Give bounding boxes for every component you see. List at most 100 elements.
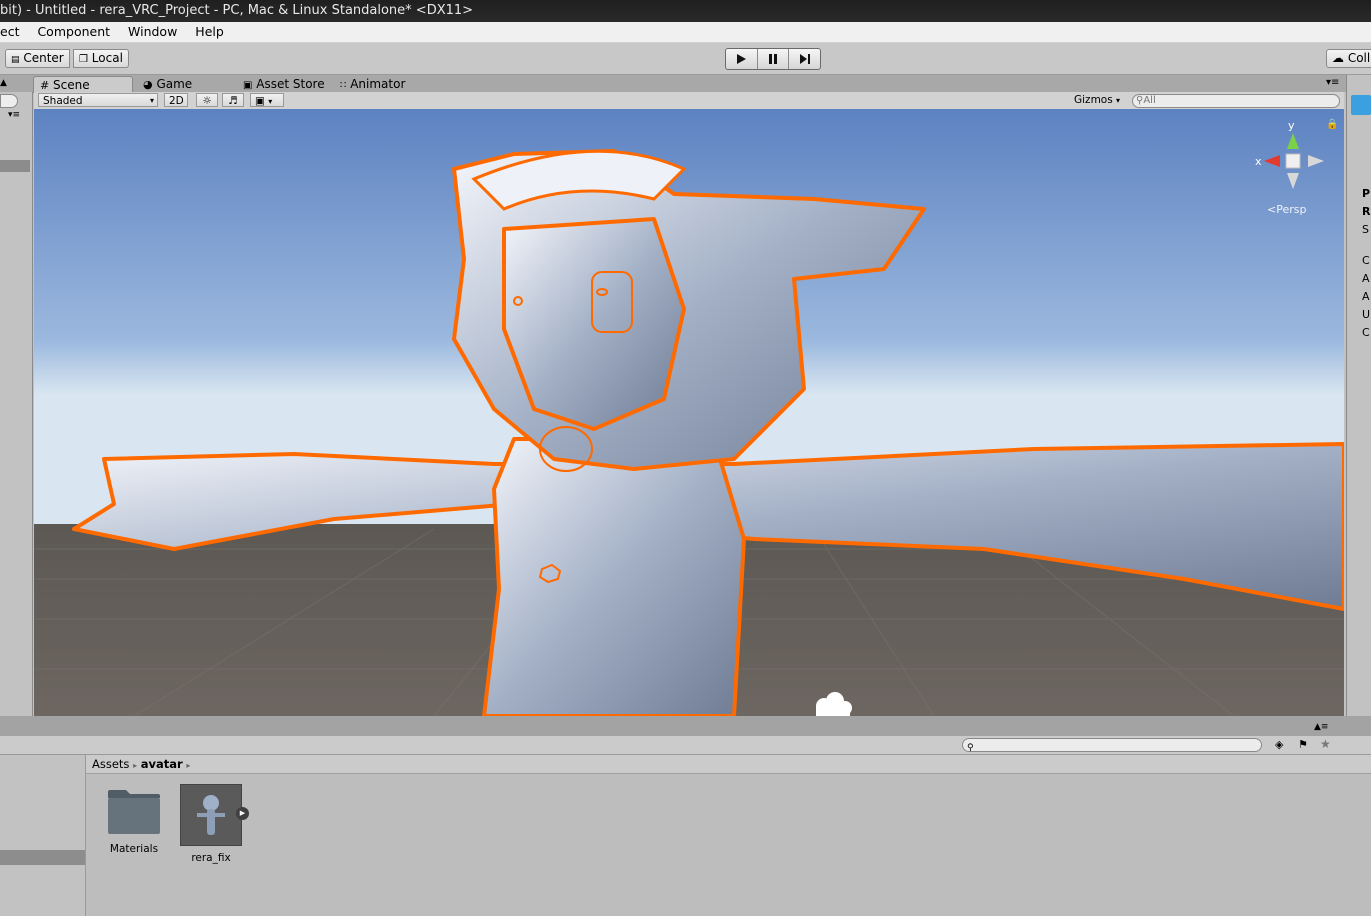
asset-name: Materials [109, 843, 159, 855]
project-toolbar: ⚲ ◈ ⚑ ★ [0, 736, 1371, 755]
lighting-toggle-button[interactable]: ☼ [196, 93, 218, 107]
menu-item-help[interactable]: Help [195, 22, 224, 42]
menu-item-window[interactable]: Window [128, 22, 177, 42]
tab-game-label: Game [156, 77, 193, 91]
menu-item-component[interactable]: Component [37, 22, 110, 42]
pause-button[interactable] [758, 49, 790, 69]
tab-scene[interactable]: # Scene [33, 76, 133, 93]
breadcrumb: Assets ▸ avatar ▸ [86, 755, 1371, 774]
inspector-field-label: R [1362, 205, 1371, 218]
scene-tab-bar: ▲ # Scene ◕ Game ▣ Asset Store ∷ Animato… [0, 75, 1346, 93]
pivot-label: Center [23, 51, 64, 65]
2d-toggle-button[interactable]: 2D [164, 93, 188, 107]
playback-controls [725, 48, 821, 70]
scene-search-placeholder: All [1143, 95, 1156, 106]
2d-label: 2D [169, 95, 184, 107]
step-icon [799, 54, 810, 64]
scene-search-input[interactable]: ⚲All [1132, 94, 1340, 108]
breadcrumb-avatar[interactable]: avatar [141, 757, 183, 771]
tab-animator-label: Animator [350, 77, 406, 91]
gizmos-label: Gizmos [1074, 94, 1113, 106]
persp-text: Persp [1276, 203, 1307, 216]
pivot-local-button[interactable]: ❒ Local [73, 49, 129, 68]
project-folder-tree [0, 755, 86, 916]
scene-viewport[interactable]: x y 🔒 <Persp [34, 109, 1344, 716]
local-cube-icon: ❒ [79, 54, 88, 65]
dropdown-arrow-icon: ▾ [149, 96, 154, 105]
folder-tree-selected-row[interactable] [0, 850, 85, 865]
menu-bar: ect Component Window Help [0, 22, 1371, 43]
shop-icon: ▣ [243, 80, 253, 91]
projection-label[interactable]: <Persp [1267, 203, 1306, 216]
inspector-field-label: C [1362, 254, 1370, 267]
collab-label: Coll [1347, 51, 1371, 65]
inspector-field-label: P [1362, 187, 1371, 200]
collab-button[interactable]: ☁ Coll [1326, 49, 1371, 68]
inspector-field-label: A [1362, 272, 1370, 285]
hierarchy-menu-icon[interactable]: ▾≡ [8, 110, 20, 120]
step-button[interactable] [789, 49, 820, 69]
menu-item-edit[interactable]: ect [0, 22, 19, 42]
lock-icon[interactable]: ▲ [0, 78, 14, 90]
svg-text:y: y [1288, 119, 1295, 132]
dropdown-arrow-icon: ▾ [1116, 96, 1121, 105]
window-title: bit) - Untitled - rera_VRC_Project - PC,… [0, 3, 474, 18]
pivot-icon: ▤ [11, 55, 20, 65]
tab-asset-store-label: Asset Store [256, 77, 325, 91]
svg-text:🔒: 🔒 [1326, 118, 1338, 130]
chevron-right-icon: ▸ [186, 761, 191, 770]
folder-icon [108, 790, 160, 834]
asset-item-materials[interactable]: Materials [99, 784, 169, 855]
project-asset-grid: Materials ▶ rera_fix [86, 774, 1371, 916]
asset-item-rera-fix[interactable]: ▶ rera_fix [176, 784, 249, 864]
effects-dropdown[interactable]: ▣ ▾ [250, 93, 284, 107]
tab-game[interactable]: ◕ Game [137, 76, 198, 92]
inspector-panel: P R S C A A U C [1346, 75, 1371, 716]
breadcrumb-assets[interactable]: Assets [92, 757, 129, 771]
project-lock-icon[interactable]: ▲≡ [1314, 722, 1328, 732]
svg-text:x: x [1255, 155, 1262, 168]
tab-animator[interactable]: ∷ Animator [334, 76, 411, 92]
speaker-icon: ♬ [228, 95, 238, 107]
sun-icon: ☼ [202, 95, 212, 107]
image-icon: ▣ [255, 95, 265, 107]
gizmos-dropdown[interactable]: Gizmos ▾ [1074, 92, 1120, 109]
character-model-icon [197, 795, 225, 835]
pacman-icon: ◕ [143, 78, 153, 91]
play-icon [737, 54, 747, 64]
expand-arrow-icon[interactable]: ▶ [236, 807, 249, 820]
project-search-input[interactable]: ⚲ [962, 738, 1262, 753]
scene-view-toolbar: Shaded ▾ 2D ☼ ♬ ▣ ▾ Gizmos ▾ ⚲All [34, 92, 1344, 110]
gameobject-cube-icon [1351, 95, 1371, 115]
window-title-bar: bit) - Untitled - rera_VRC_Project - PC,… [0, 0, 1371, 22]
inspector-field-label: S [1362, 223, 1369, 236]
tab-asset-store[interactable]: ▣ Asset Store [237, 76, 331, 92]
play-button[interactable] [726, 49, 758, 69]
collab-cloud-icon: ☁ [1332, 51, 1344, 65]
search-icon: ⚲ [967, 743, 974, 753]
grid-icon: # [40, 79, 50, 92]
pivot-center-button[interactable]: ▤ Center [5, 49, 70, 68]
hierarchy-panel: ▾≡ [0, 92, 33, 716]
audio-toggle-button[interactable]: ♬ [222, 93, 244, 107]
chevron-right-icon: ▸ [133, 761, 138, 770]
shading-mode-dropdown[interactable]: Shaded ▾ [38, 93, 158, 107]
inspector-field-label: A [1362, 290, 1370, 303]
asset-name: rera_fix [191, 852, 231, 864]
favorite-star-icon[interactable]: ★ [1320, 737, 1331, 751]
inspector-field-label: C [1362, 326, 1370, 339]
tab-scene-label: Scene [53, 78, 90, 92]
persp-arrow-icon: < [1267, 203, 1277, 216]
hierarchy-search-input[interactable] [0, 94, 18, 108]
dropdown-arrow-icon: ▾ [268, 97, 273, 106]
panel-splitter[interactable]: ▲≡ [0, 716, 1371, 736]
filter-by-type-icon[interactable]: ◈ [1275, 738, 1283, 751]
inspector-field-label: U [1362, 308, 1371, 321]
model-thumbnail: ▶ [180, 784, 249, 846]
main-toolbar: ▤ Center ❒ Local ☁ Coll [0, 43, 1371, 75]
animator-icon: ∷ [340, 80, 347, 91]
filter-by-label-icon[interactable]: ⚑ [1298, 738, 1308, 751]
panel-menu-icon[interactable]: ▾≡ [1326, 77, 1339, 88]
hierarchy-selected-row[interactable] [0, 160, 30, 172]
shading-mode-label: Shaded [43, 95, 83, 107]
